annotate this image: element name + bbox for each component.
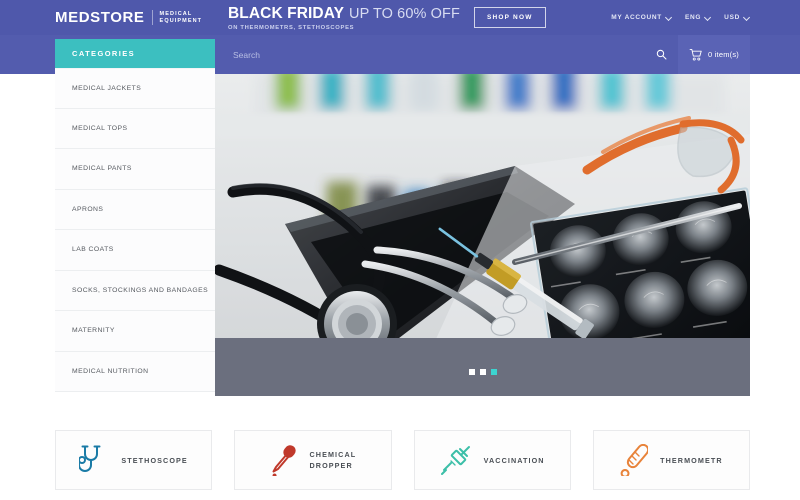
stethoscope-icon [79, 445, 101, 472]
hero-caption-band [215, 338, 750, 396]
logo-divider [151, 10, 153, 25]
promo-subtitle: ON THERMOMETRS, STETHOSCOPES [228, 24, 355, 31]
site-logo[interactable]: MEDSTORE MEDICAL EQUIPMENT [55, 0, 202, 35]
my-account-menu[interactable]: MY ACCOUNT [611, 14, 672, 21]
thermometer-icon [620, 444, 649, 476]
feature-cards-row: STETHOSCOPE CHEMICAL DROPPER VACCINATION [55, 430, 750, 490]
language-label: ENG [684, 14, 702, 21]
logo-tagline-line1: MEDICAL [159, 10, 193, 17]
chemical-dropper-icon [272, 445, 296, 476]
sidebar-item-aprons[interactable]: APRONS [55, 190, 215, 230]
top-header-bar: MEDSTORE MEDICAL EQUIPMENT BLACK FRIDAY … [0, 0, 800, 35]
carousel-dot-2[interactable] [479, 369, 486, 375]
sidebar-item-label: SOCKS, STOCKINGS AND BANDAGES [72, 286, 209, 294]
sidebar-item-socks-stockings-bandages[interactable]: SOCKS, STOCKINGS AND BANDAGES [55, 271, 215, 311]
feature-card-chemical-dropper[interactable]: CHEMICAL DROPPER [234, 430, 392, 490]
search-submit-button[interactable] [645, 35, 677, 74]
currency-label: USD [724, 14, 740, 21]
promo-banner: BLACK FRIDAY UP TO 60% OFF ON THERMOMETR… [228, 0, 546, 35]
promo-headline-light: UP TO 60% OFF [349, 5, 460, 22]
cart-button[interactable]: 0 item(s) [678, 35, 750, 74]
hero-carousel[interactable] [215, 74, 750, 396]
chevron-down-icon [744, 15, 750, 21]
sidebar-item-medical-tops[interactable]: MEDICAL TOPS [55, 109, 215, 149]
logo-tagline: MEDICAL EQUIPMENT [160, 11, 203, 25]
sidebar-item-maternity[interactable]: MATERNITY [55, 311, 215, 352]
feature-card-thermometer[interactable]: THERMOMETR [592, 430, 750, 490]
search-input-wrapper [215, 35, 675, 74]
sidebar-item-label: MEDICAL JACKETS [72, 84, 142, 92]
my-account-label: MY ACCOUNT [611, 14, 662, 21]
chevron-down-icon [705, 15, 711, 21]
sidebar-item-label: MATERNITY [72, 327, 115, 335]
search-icon [656, 49, 666, 60]
categories-header-label: CATEGORIES [72, 49, 136, 58]
feature-label: STETHOSCOPE [121, 455, 188, 465]
sidebar-item-medical-jackets[interactable]: MEDICAL JACKETS [55, 68, 215, 109]
chevron-down-icon [666, 15, 672, 21]
language-selector[interactable]: ENG [685, 14, 711, 21]
carousel-pagination [468, 369, 497, 375]
feature-card-stethoscope[interactable]: STETHOSCOPE [55, 430, 213, 490]
shopping-cart-icon [689, 48, 702, 61]
feature-label-line1: CHEMICAL [309, 450, 357, 459]
syringe-icon [440, 446, 470, 475]
sidebar-item-lab-coats[interactable]: LAB COATS [55, 230, 215, 271]
sidebar-item-label: MEDICAL NUTRITION [72, 367, 149, 375]
carousel-dot-3[interactable] [490, 369, 497, 375]
currency-selector[interactable]: USD [724, 14, 750, 21]
categories-header: CATEGORIES [55, 39, 215, 68]
feature-label: VACCINATION [483, 455, 545, 465]
sidebar-item-label: LAB COATS [72, 246, 114, 254]
shop-now-button[interactable]: SHOP NOW [473, 7, 546, 28]
sidebar-item-medical-pants[interactable]: MEDICAL PANTS [55, 149, 215, 190]
feature-card-vaccination[interactable]: VACCINATION [413, 430, 571, 490]
logo-tagline-line2: EQUIPMENT [159, 17, 203, 24]
promo-text-group: BLACK FRIDAY UP TO 60% OFF ON THERMOMETR… [228, 5, 460, 31]
feature-label-group: CHEMICAL DROPPER [310, 449, 357, 471]
promo-headline: BLACK FRIDAY UP TO 60% OFF [228, 5, 460, 23]
feature-label-line2: DROPPER [309, 461, 353, 470]
search-input[interactable] [215, 49, 675, 60]
logo-brand-name: MEDSTORE [55, 9, 145, 26]
top-utility-nav: MY ACCOUNT ENG USD [611, 0, 750, 35]
sidebar-item-medical-nutrition[interactable]: MEDICAL NUTRITION [55, 352, 215, 392]
carousel-dot-1[interactable] [468, 369, 475, 375]
sidebar-item-label: MEDICAL TOPS [72, 124, 128, 132]
sidebar-item-label: MEDICAL PANTS [72, 165, 132, 173]
categories-list: MEDICAL JACKETS MEDICAL TOPS MEDICAL PAN… [55, 68, 215, 392]
feature-label: THERMOMETR [660, 455, 723, 465]
promo-headline-bold: BLACK FRIDAY [228, 4, 345, 22]
cart-item-count: 0 item(s) [708, 50, 739, 59]
sidebar-item-label: APRONS [72, 205, 104, 213]
